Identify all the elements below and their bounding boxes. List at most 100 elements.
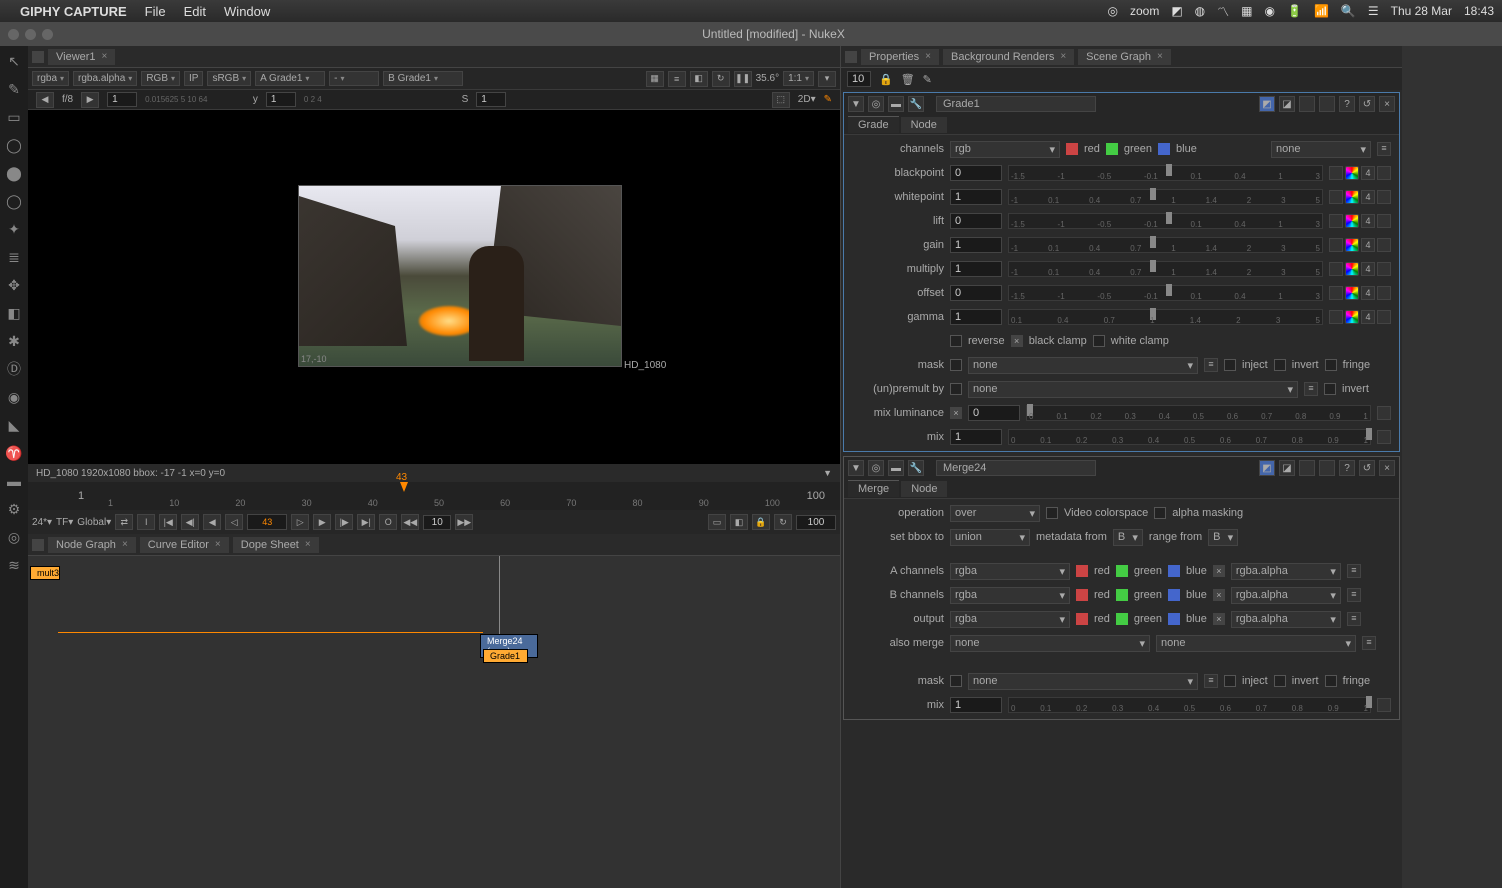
close-icon[interactable]: × xyxy=(215,539,221,550)
green-checkbox[interactable] xyxy=(1116,613,1128,625)
unpremult-menu-icon[interactable]: ≡ xyxy=(1304,382,1318,396)
color-swatch-icon[interactable] xyxy=(1345,310,1359,324)
subtab-merge[interactable]: Merge xyxy=(848,480,899,497)
fstop-prefix[interactable]: f/8 xyxy=(62,94,73,105)
tool-target-icon[interactable]: ◎ xyxy=(5,528,23,546)
tool-tag-icon[interactable]: ◣ xyxy=(5,416,23,434)
tool-horns-icon[interactable]: ♈ xyxy=(5,444,23,462)
reverse-checkbox[interactable] xyxy=(950,335,962,347)
ach-alpha-dropdown[interactable]: rgba.alpha▾ xyxy=(1231,563,1341,580)
ruler-right-icon[interactable]: ▶ xyxy=(81,92,99,108)
tool-rect-icon[interactable]: ▭ xyxy=(5,108,23,126)
battery-icon[interactable]: 🔋 xyxy=(1287,4,1302,18)
inject-checkbox[interactable] xyxy=(1224,359,1236,371)
minimize-window-button[interactable] xyxy=(25,29,36,40)
node-mult[interactable]: mult3 xyxy=(30,566,60,580)
viewmode-dropdown[interactable]: 2D▾ xyxy=(798,94,816,105)
expand-button[interactable]: 4 xyxy=(1361,214,1375,228)
revert-icon[interactable]: ↺ xyxy=(1359,96,1375,112)
close-icon[interactable]: × xyxy=(102,51,108,62)
panel-color-2[interactable]: ◪ xyxy=(1279,96,1295,112)
expand-button[interactable]: 4 xyxy=(1361,286,1375,300)
sample-icon[interactable] xyxy=(1329,262,1343,276)
mix-slider[interactable]: 00.10.20.30.40.50.60.70.80.91 xyxy=(1008,697,1371,713)
anim-icon[interactable] xyxy=(1377,406,1391,420)
revert-icon[interactable]: ↺ xyxy=(1359,460,1375,476)
menubar-extra-icon[interactable]: ◎ xyxy=(1107,4,1117,18)
metadata-dropdown[interactable]: B▾ xyxy=(1113,529,1143,546)
channels-dropdown[interactable]: rgb▾ xyxy=(950,141,1060,158)
invert-checkbox[interactable] xyxy=(1274,675,1286,687)
zoom-dropdown[interactable]: 1:1▾ xyxy=(783,71,814,86)
anim-icon[interactable] xyxy=(1377,166,1391,180)
out-alpha-dropdown[interactable]: rgba.alpha▾ xyxy=(1231,611,1341,628)
mix-input[interactable]: 1 xyxy=(950,697,1002,713)
color-swatch-icon[interactable] xyxy=(1345,190,1359,204)
tool-arrow-icon[interactable]: ↖ xyxy=(5,52,23,70)
sample-icon[interactable] xyxy=(1329,310,1343,324)
tab-dope-sheet[interactable]: Dope Sheet× xyxy=(233,537,319,553)
step-back-icon[interactable]: ◁ xyxy=(225,514,243,530)
mixlum-slider[interactable]: 00.10.20.30.40.50.60.70.80.91 xyxy=(1026,405,1371,421)
node-name-input[interactable]: Grade1 xyxy=(936,96,1096,112)
close-icon[interactable]: × xyxy=(925,51,931,62)
viewer-arrow-down-icon[interactable]: ▾ xyxy=(818,71,836,87)
end-frame-input[interactable]: 100 xyxy=(796,515,836,530)
green-checkbox[interactable] xyxy=(1116,565,1128,577)
alpha-checkbox[interactable]: × xyxy=(1213,613,1225,625)
gamma-slider[interactable]: 0.10.40.711.4235 xyxy=(1008,309,1323,325)
inject-checkbox[interactable] xyxy=(1224,675,1236,687)
close-icon[interactable]: × xyxy=(1157,51,1163,62)
panel-color-2[interactable]: ◪ xyxy=(1279,460,1295,476)
tool-ring-icon[interactable]: ◯ xyxy=(5,192,23,210)
wrench-icon[interactable]: 🔧 xyxy=(908,460,924,476)
tray-icon-2[interactable]: ◍ xyxy=(1195,4,1205,18)
b-input-dropdown[interactable]: B Grade1▾ xyxy=(383,71,463,86)
panel-icon-2[interactable]: ▬ xyxy=(888,96,904,112)
lift-input[interactable]: 0 xyxy=(950,213,1002,229)
jump-back-icon[interactable]: ◀◀ xyxy=(401,514,419,530)
overlay-pen-icon[interactable]: ✎ xyxy=(824,94,832,105)
offset-input[interactable]: 0 xyxy=(950,285,1002,301)
blackpoint-input[interactable]: 0 xyxy=(950,165,1002,181)
viewer-btn-2[interactable]: ≡ xyxy=(668,71,686,87)
whitepoint-slider[interactable]: -10.10.40.711.4235 xyxy=(1008,189,1323,205)
menubar-date[interactable]: Thu 28 Mar xyxy=(1391,4,1452,18)
mix-slider[interactable]: 00.10.20.30.40.50.60.70.80.91 xyxy=(1008,429,1371,445)
channel-menu-icon[interactable]: ≡ xyxy=(1347,588,1361,602)
invert-checkbox[interactable] xyxy=(1324,383,1336,395)
tool-gear-icon[interactable]: ⚙ xyxy=(5,500,23,518)
range-dropdown[interactable]: B▾ xyxy=(1208,529,1238,546)
fringe-checkbox[interactable] xyxy=(1325,359,1337,371)
viewer-tab[interactable]: Viewer1 × xyxy=(48,49,115,65)
operation-dropdown[interactable]: over▾ xyxy=(950,505,1040,522)
play-back-icon[interactable]: ◀ xyxy=(203,514,221,530)
multiply-input[interactable]: 1 xyxy=(950,261,1002,277)
last-frame-icon[interactable]: ▶| xyxy=(357,514,375,530)
pb-loop-icon[interactable]: ↻ xyxy=(774,514,792,530)
tool-circle-icon[interactable]: ◯ xyxy=(5,136,23,154)
gamma-input[interactable]: 1 xyxy=(950,309,1002,325)
a-input-dropdown[interactable]: A Grade1▾ xyxy=(255,71,325,86)
mixlum-input[interactable]: 0 xyxy=(968,405,1020,421)
pane-menu-icon[interactable] xyxy=(845,51,857,63)
fringe-checkbox[interactable] xyxy=(1325,675,1337,687)
panel-btn-4[interactable] xyxy=(1319,460,1335,476)
bch-alpha-dropdown[interactable]: rgba.alpha▾ xyxy=(1231,587,1341,604)
panel-color-1[interactable]: ◩ xyxy=(1259,460,1275,476)
nodegraph-canvas[interactable]: mult3 Merge24 (over) Grade1 xyxy=(28,556,840,888)
anim-icon[interactable] xyxy=(1377,262,1391,276)
step-fwd-icon[interactable]: ▷ xyxy=(291,514,309,530)
collapse-icon[interactable]: ▼ xyxy=(848,96,864,112)
current-frame-input[interactable]: 43 xyxy=(247,514,287,530)
unpremult-dropdown[interactable]: none▾ xyxy=(968,381,1298,398)
channel-menu-icon[interactable]: ≡ xyxy=(1347,612,1361,626)
wifi-icon[interactable]: 📶 xyxy=(1314,4,1329,18)
unpremult-checkbox[interactable] xyxy=(950,383,962,395)
alpha-checkbox[interactable]: × xyxy=(1213,589,1225,601)
blue-checkbox[interactable] xyxy=(1168,565,1180,577)
close-icon[interactable]: × xyxy=(1379,460,1395,476)
y-input[interactable]: 1 xyxy=(266,92,296,107)
close-icon[interactable]: × xyxy=(1379,96,1395,112)
blue-checkbox[interactable] xyxy=(1158,143,1170,155)
